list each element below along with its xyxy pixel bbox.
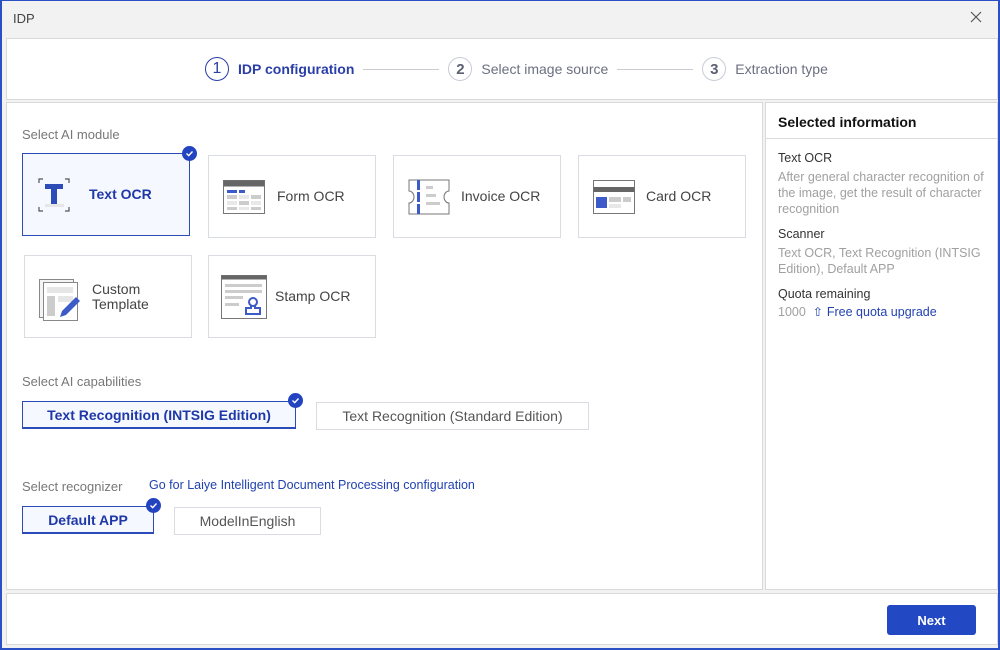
step-select-image-source: 2 Select image source bbox=[448, 57, 608, 81]
upgrade-arrow-icon: ⇧ bbox=[812, 305, 823, 319]
module-label: Card OCR bbox=[646, 188, 712, 204]
close-icon[interactable] bbox=[968, 9, 984, 25]
form-ocr-icon bbox=[223, 179, 265, 215]
window-title: IDP bbox=[13, 11, 35, 26]
laiye-idp-config-link[interactable]: Go for Laiye Intelligent Document Proces… bbox=[149, 478, 475, 492]
module-custom-template[interactable]: Custom Template bbox=[24, 255, 192, 338]
card-ocr-icon bbox=[593, 179, 635, 215]
quota-value: 1000 bbox=[778, 305, 806, 319]
capability-standard-edition[interactable]: Text Recognition (Standard Edition) bbox=[316, 402, 589, 430]
selected-check-icon bbox=[288, 393, 303, 408]
config-panel: Select AI module Text OCR Form OCR Invoi… bbox=[6, 102, 763, 590]
capability-intsig-edition[interactable]: Text Recognition (INTSIG Edition) bbox=[22, 393, 303, 429]
step-label: Select image source bbox=[481, 61, 609, 77]
stepper: 1 IDP configuration 2 Select image sourc… bbox=[205, 57, 828, 81]
module-description: After general character recognition of t… bbox=[778, 170, 984, 216]
module-label: Invoice OCR bbox=[461, 188, 541, 204]
module-label: Stamp OCR bbox=[275, 288, 351, 304]
step-number: 3 bbox=[702, 57, 727, 81]
free-quota-upgrade-link[interactable]: Free quota upgrade bbox=[827, 305, 937, 319]
selected-info-body: Text OCR After general character recogni… bbox=[778, 151, 988, 319]
module-label: Custom Template bbox=[92, 280, 149, 312]
invoice-ocr-icon bbox=[408, 179, 450, 215]
scanner-title: Scanner bbox=[778, 227, 825, 241]
recognizer-default-app[interactable]: Default APP bbox=[22, 498, 161, 534]
module-card-ocr[interactable]: Card OCR bbox=[578, 155, 746, 238]
selected-info-panel: Selected information Text OCR After gene… bbox=[765, 102, 998, 590]
module-label: Text OCR bbox=[89, 186, 152, 202]
selected-check-icon bbox=[146, 498, 161, 513]
selected-check-icon bbox=[182, 146, 197, 161]
step-label: Extraction type bbox=[735, 61, 828, 77]
step-number: 1 bbox=[205, 57, 229, 81]
stepper-panel: 1 IDP configuration 2 Select image sourc… bbox=[6, 38, 998, 100]
step-connector bbox=[617, 68, 694, 70]
step-idp-configuration: 1 IDP configuration bbox=[205, 57, 354, 81]
quota-title: Quota remaining bbox=[778, 287, 871, 301]
module-form-ocr[interactable]: Form OCR bbox=[208, 155, 376, 238]
module-text-ocr[interactable]: Text OCR bbox=[22, 146, 197, 236]
step-label: IDP configuration bbox=[238, 61, 355, 77]
option-label: Default APP bbox=[48, 511, 128, 528]
step-number: 2 bbox=[448, 57, 473, 81]
next-button[interactable]: Next bbox=[887, 605, 976, 635]
module-stamp-ocr[interactable]: Stamp OCR bbox=[208, 255, 376, 338]
custom-template-icon bbox=[39, 278, 81, 321]
option-label: Text Recognition (INTSIG Edition) bbox=[47, 406, 271, 423]
scanner-description: Text OCR, Text Recognition (INTSIG Editi… bbox=[778, 246, 981, 276]
module-label: Form OCR bbox=[277, 188, 345, 204]
recognizer-label: Select recognizer bbox=[22, 479, 123, 494]
stamp-ocr-icon bbox=[221, 274, 267, 320]
title-bar: IDP bbox=[2, 1, 998, 37]
step-connector bbox=[363, 68, 440, 70]
footer-panel: Next bbox=[6, 593, 998, 645]
option-label: Text Recognition (Standard Edition) bbox=[342, 408, 563, 424]
quota-row: 1000 ⇧ Free quota upgrade bbox=[778, 305, 988, 319]
ai-capabilities-label: Select AI capabilities bbox=[22, 374, 142, 389]
module-invoice-ocr[interactable]: Invoice OCR bbox=[393, 155, 561, 238]
selected-info-title: Selected information bbox=[766, 103, 997, 139]
module-title: Text OCR bbox=[778, 151, 833, 165]
recognizer-model-in-english[interactable]: ModelInEnglish bbox=[174, 507, 321, 535]
idp-dialog: IDP 1 IDP configuration 2 Select image s… bbox=[0, 0, 1000, 650]
text-ocr-icon bbox=[37, 177, 71, 213]
step-extraction-type: 3 Extraction type bbox=[702, 57, 828, 81]
option-label: ModelInEnglish bbox=[199, 513, 296, 529]
ai-module-label: Select AI module bbox=[22, 127, 120, 142]
